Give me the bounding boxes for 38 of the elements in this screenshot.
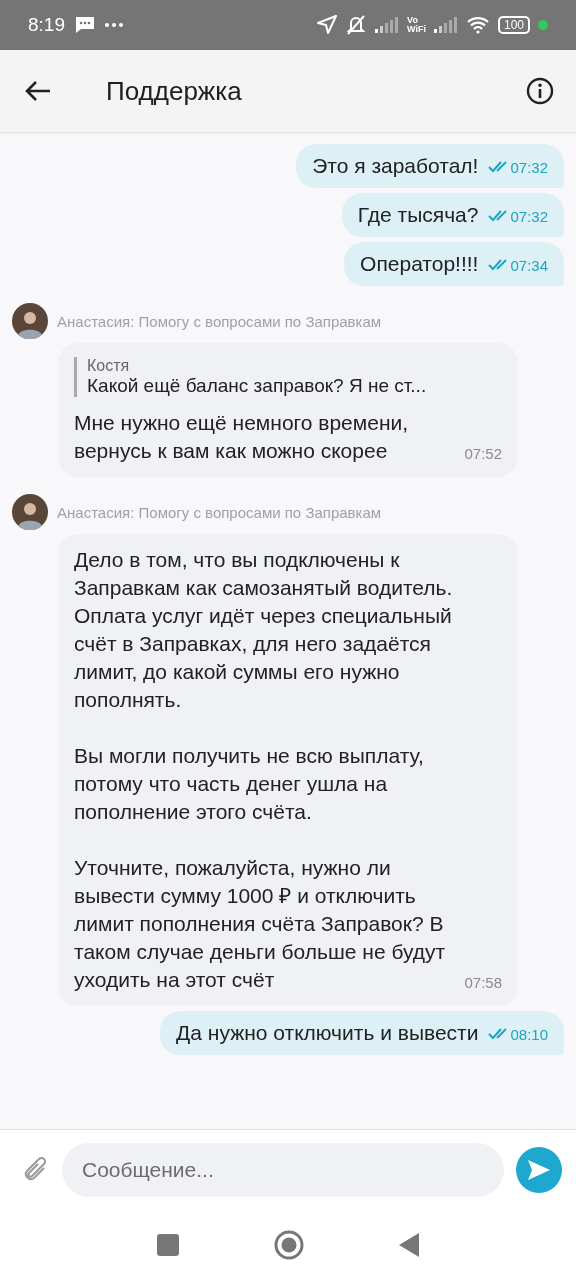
- message-icon: [75, 16, 95, 34]
- home-icon[interactable]: [274, 1230, 304, 1260]
- avatar: [12, 494, 48, 530]
- vowifi-label: WiFi: [407, 25, 426, 34]
- status-dot-icon: [538, 20, 548, 30]
- message-text: Это я заработал!: [312, 154, 479, 178]
- message-input[interactable]: Сообщение...: [62, 1143, 504, 1197]
- back-arrow-icon[interactable]: [24, 79, 52, 103]
- chat-title: Поддержка: [106, 75, 242, 107]
- more-icon: [105, 23, 123, 27]
- message-time: 07:32: [510, 158, 548, 176]
- message-time: 07:58: [464, 973, 502, 993]
- message-time: 07:32: [510, 207, 548, 225]
- quote-text: Какой ещё баланс заправок? Я не ст...: [87, 375, 428, 397]
- send-button[interactable]: [516, 1147, 562, 1193]
- message-time: 08:10: [510, 1025, 548, 1043]
- sender-name: Анастасия: Помогу с вопросами по Заправкам: [57, 312, 382, 330]
- quote-author: Костя: [87, 357, 131, 375]
- message-text: Да нужно отключить и вывести: [176, 1021, 479, 1045]
- location-icon: [317, 15, 338, 35]
- message-time: 07:52: [464, 444, 502, 464]
- message-text: Где тысяча?: [357, 203, 479, 227]
- send-icon: [526, 1158, 552, 1182]
- info-icon[interactable]: [526, 77, 554, 105]
- avatar: [12, 303, 48, 339]
- message-text: Мне нужно ещё немного времени, вернусь к вам как можно скорее: [74, 410, 410, 464]
- battery-level: 100: [497, 16, 530, 34]
- signal-icon: [433, 17, 458, 33]
- message-text: Оператор!!!!: [360, 252, 479, 276]
- sender-name: Анастасия: Помогу с вопросами по Заправкам: [57, 503, 382, 521]
- wifi-icon: [465, 16, 490, 34]
- message-time: 07:34: [510, 256, 548, 274]
- signal-icon: [375, 17, 400, 33]
- message-text: Дело в том, что вы подключены к Заправкам как самозанятый водитель. Оплата услуг идёт через специальный счёт в Заправках, для него задаётся лимит, до какой суммы его нужно пополнять. Вы могли получить не всю выплату, потому что часть денег ушла на пополнение этого счёта. Уточните, пожалуйста, нужно ли вывести сумму 1000 ₽ и отключить лимит пополнения счёта Заправок? В таком случае деньги больше не будут уходить на этот счёт: [74, 547, 454, 993]
- muted-bell-icon: [345, 14, 368, 36]
- vowifi-label: Vo: [407, 16, 419, 25]
- back-triangle-icon[interactable]: [399, 1233, 419, 1257]
- clock: 8:19: [28, 14, 65, 36]
